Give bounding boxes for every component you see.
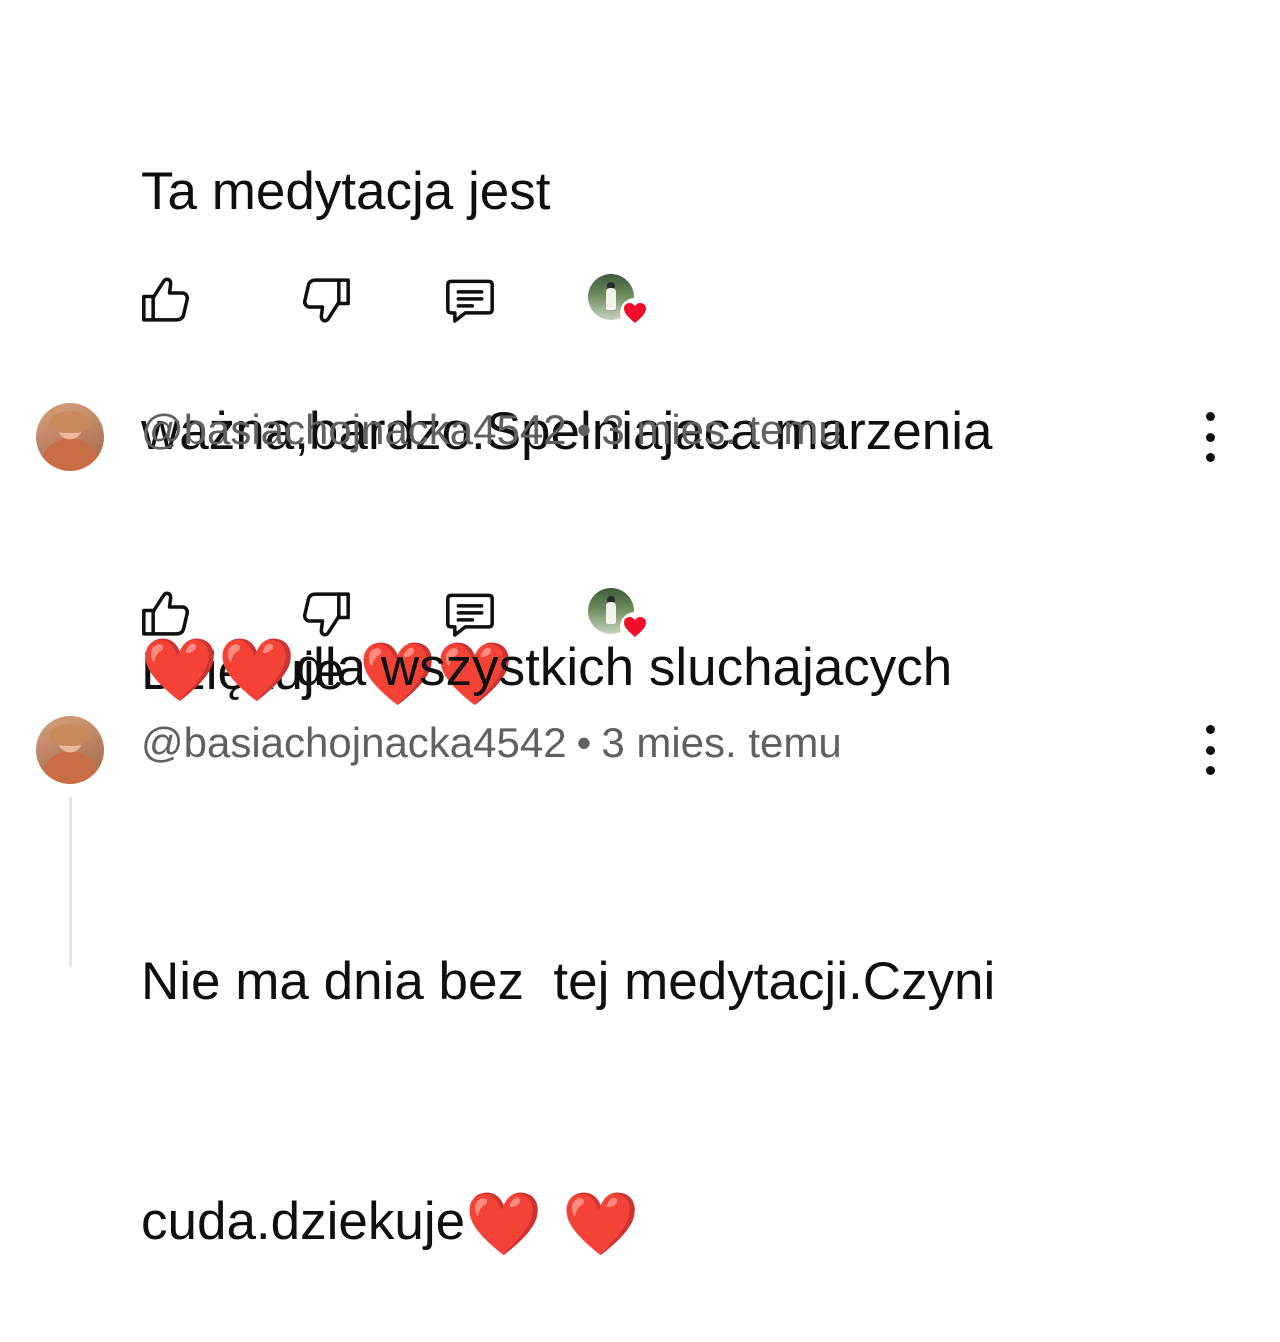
heart-emoji: ❤️ ❤️ <box>465 1187 640 1260</box>
thumbs-up-icon <box>142 591 190 636</box>
heart-icon <box>620 612 650 642</box>
avatar[interactable] <box>36 403 104 471</box>
heart-emoji: ❤️❤️ <box>141 633 296 706</box>
comment-line: Ta medytacja jest <box>141 162 551 221</box>
thumbs-down-icon <box>302 278 350 323</box>
author-name[interactable]: @basiachojnacka4542 <box>141 406 567 453</box>
thumbs-up-icon <box>142 277 190 322</box>
heart-icon <box>620 298 650 328</box>
comment-line: dla wszystkich sluchajacych <box>295 638 953 697</box>
like-button[interactable] <box>138 272 194 328</box>
dislike-button[interactable] <box>298 586 354 642</box>
comment-text: Nie ma dnia bez tej medytacji.Czyni cuda… <box>141 782 995 1342</box>
comment-actions <box>0 586 1280 646</box>
like-button[interactable] <box>138 586 194 642</box>
reply-comment-icon <box>446 593 494 637</box>
comment-line: Nie ma dnia bez tej medytacji.Czyni <box>141 952 996 1011</box>
separator-dot: • <box>576 406 592 453</box>
creator-heart-badge <box>588 274 652 330</box>
reply-button[interactable] <box>442 586 498 642</box>
timestamp[interactable]: 3 mies. temu <box>601 406 841 453</box>
comment-meta: @basiachojnacka4542 • 3 mies. temu <box>141 402 842 458</box>
more-options-icon[interactable] <box>1196 412 1224 462</box>
reply-comment-icon <box>446 279 494 323</box>
avatar[interactable] <box>36 716 104 784</box>
thread-line <box>69 797 72 967</box>
reply-button[interactable] <box>442 272 498 328</box>
comment-line: cuda.dziekuje <box>141 1192 466 1251</box>
thumbs-down-icon <box>302 592 350 637</box>
comment-actions <box>0 272 1280 332</box>
separator-dot: • <box>576 719 592 766</box>
more-options-icon[interactable] <box>1196 725 1224 775</box>
creator-heart-badge <box>588 588 652 644</box>
author-name[interactable]: @basiachojnacka4542 <box>141 719 567 766</box>
dislike-button[interactable] <box>298 272 354 328</box>
comment-meta: @basiachojnacka4542 • 3 mies. temu <box>141 715 842 771</box>
timestamp[interactable]: 3 mies. temu <box>601 719 841 766</box>
